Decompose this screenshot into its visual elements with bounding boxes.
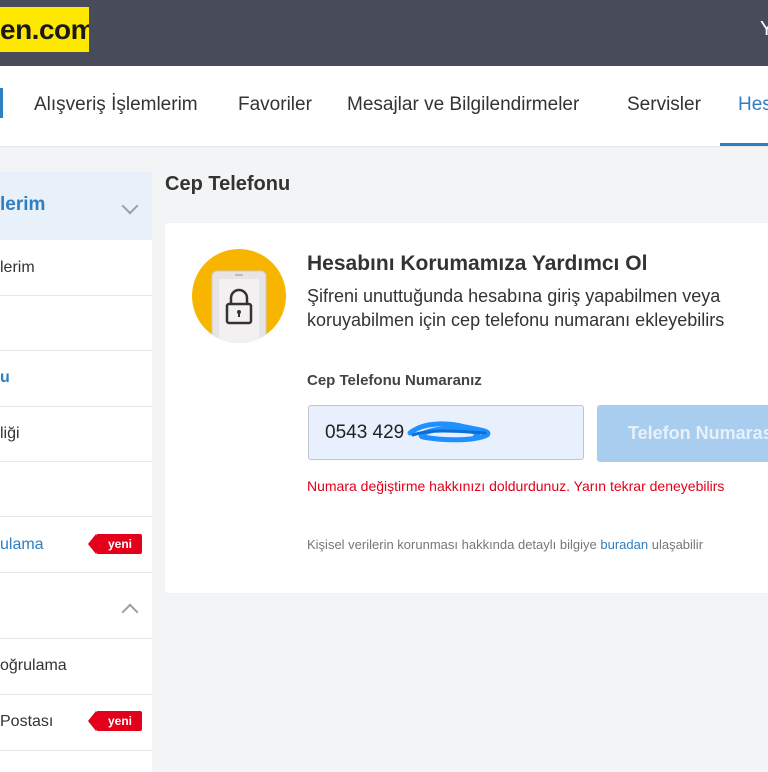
chevron-down-icon[interactable]	[121, 197, 139, 215]
sidebar-item-email[interactable]: Postası yeni	[0, 695, 152, 751]
privacy-prefix: Kişisel verilerin korunması hakkında det…	[307, 537, 597, 552]
sidebar-item-label: ulama	[0, 536, 44, 553]
sidebar-item-two-factor[interactable]: oğrulama	[0, 639, 152, 695]
phone-lock-icon	[192, 249, 286, 343]
nav-item-shopping[interactable]: Alışveriş İşlemlerim	[34, 94, 198, 116]
nav-item-favorites[interactable]: Favoriler	[238, 94, 312, 116]
redaction-scribble	[407, 421, 491, 443]
privacy-link[interactable]: buradan	[600, 537, 648, 552]
sidebar-item-label: lerim	[0, 259, 35, 276]
sidebar-item-4[interactable]: liği	[0, 407, 152, 462]
sidebar-item-verification[interactable]: ulama yeni	[0, 517, 152, 573]
privacy-suffix: ulaşabilir	[651, 537, 704, 552]
page-title: Cep Telefonu	[165, 173, 291, 195]
sidebar-item-phone-active[interactable]: u	[0, 351, 152, 407]
card-heading: Hesabını Korumamıza Yardımcı Ol	[307, 252, 648, 275]
top-header: en.com Y	[0, 0, 768, 66]
sidebar-section-header[interactable]: lerim	[0, 172, 152, 240]
sidebar: lerim lerim u liği ulama yeni oğrulama P…	[0, 172, 152, 772]
phone-field-label: Cep Telefonu Numaranız	[307, 372, 482, 389]
nav-item-account[interactable]: Hes	[738, 94, 768, 116]
site-logo[interactable]: en.com	[0, 7, 89, 52]
new-badge: yeni	[87, 534, 143, 554]
sidebar-section-2-header[interactable]	[0, 573, 152, 639]
nav-edge-indicator	[0, 88, 3, 118]
card-description-line1: Şifreni unuttuğunda hesabına giriş yapab…	[307, 286, 721, 306]
card-description-line2: koruyabilmen için cep telefonu numaranı …	[307, 310, 725, 330]
sidebar-item-1[interactable]: lerim	[0, 240, 152, 296]
sidebar-item-label: Postası	[0, 713, 54, 730]
nav-item-services[interactable]: Servisler	[627, 94, 701, 116]
nav-active-underline	[720, 143, 768, 146]
add-phone-button[interactable]: Telefon Numarası	[597, 405, 768, 462]
nav-item-messages[interactable]: Mesajlar ve Bilgilendirmeler	[347, 94, 579, 116]
sidebar-item-label: u	[0, 369, 10, 386]
new-badge: yeni	[87, 711, 143, 731]
chevron-up-icon[interactable]	[121, 603, 139, 621]
privacy-note: Kişisel verilerin korunması hakkında det…	[307, 537, 703, 552]
error-message: Numara değiştirme hakkınızı doldurdunuz.…	[307, 478, 725, 494]
sidebar-item-2[interactable]	[0, 296, 152, 351]
sidebar-item-label: oğrulama	[0, 657, 67, 674]
sidebar-section-title: lerim	[0, 194, 46, 215]
sidebar-item-5[interactable]	[0, 462, 152, 517]
main-nav: Alışveriş İşlemlerim Favoriler Mesajlar …	[0, 66, 768, 147]
sidebar-item-label: liği	[0, 425, 20, 442]
header-user-text[interactable]: Y	[760, 18, 768, 41]
